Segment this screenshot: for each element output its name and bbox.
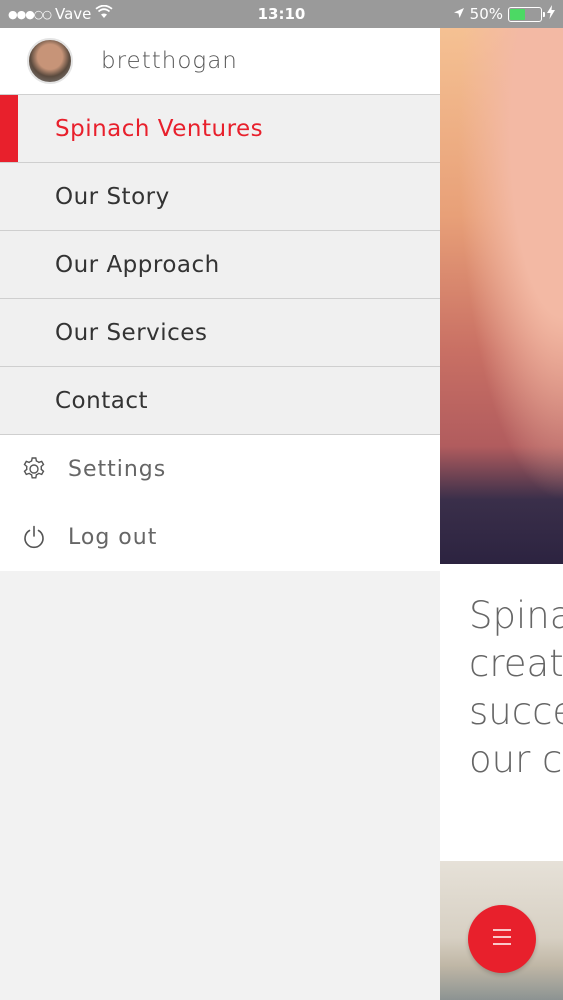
battery-nub	[543, 11, 545, 17]
power-icon	[20, 523, 48, 551]
nav-item-label: Spinach Ventures	[55, 115, 264, 142]
nav-item-label: Our Story	[55, 183, 170, 210]
hero-image	[440, 28, 563, 564]
nav-item-label: Contact	[55, 387, 148, 414]
main-content-peek[interactable]: Spina creat succe our c	[440, 28, 563, 1000]
battery-fill	[510, 8, 525, 20]
intro-line: creat	[469, 642, 563, 685]
settings-label: Settings	[68, 456, 167, 482]
nav-item-contact[interactable]: Contact	[0, 367, 440, 435]
battery-icon	[508, 6, 545, 22]
charging-bolt-icon	[547, 5, 555, 23]
location-arrow-icon	[453, 5, 465, 23]
username: bretthogan	[101, 48, 238, 74]
status-right: 50%	[453, 5, 555, 23]
logout-item[interactable]: Log out	[0, 503, 440, 571]
active-indicator	[0, 95, 18, 162]
gear-icon	[20, 455, 48, 483]
nav-item-our-services[interactable]: Our Services	[0, 299, 440, 367]
user-profile-row[interactable]: bretthogan	[0, 28, 440, 95]
hamburger-icon	[491, 927, 513, 951]
logout-label: Log out	[68, 524, 158, 550]
intro-line: Spina	[469, 594, 563, 637]
nav-item-our-story[interactable]: Our Story	[0, 163, 440, 231]
side-drawer: bretthogan Spinach Ventures Our Story Ou…	[0, 28, 440, 1000]
avatar[interactable]	[27, 38, 73, 84]
settings-item[interactable]: Settings	[0, 435, 440, 503]
nav-item-spinach-ventures[interactable]: Spinach Ventures	[0, 95, 440, 163]
nav-item-our-approach[interactable]: Our Approach	[0, 231, 440, 299]
intro-line: our c	[469, 738, 563, 781]
battery-percent: 50%	[469, 5, 503, 23]
nav-item-label: Our Services	[55, 319, 208, 346]
intro-line: succe	[469, 690, 563, 733]
utility-menu: Settings Log out	[0, 435, 440, 571]
nav-item-label: Our Approach	[55, 251, 220, 278]
status-bar: ●●●○○ Vave 13:10 50%	[0, 0, 563, 28]
intro-text: Spina creat succe our c	[440, 564, 563, 784]
menu-fab-button[interactable]	[468, 905, 536, 973]
